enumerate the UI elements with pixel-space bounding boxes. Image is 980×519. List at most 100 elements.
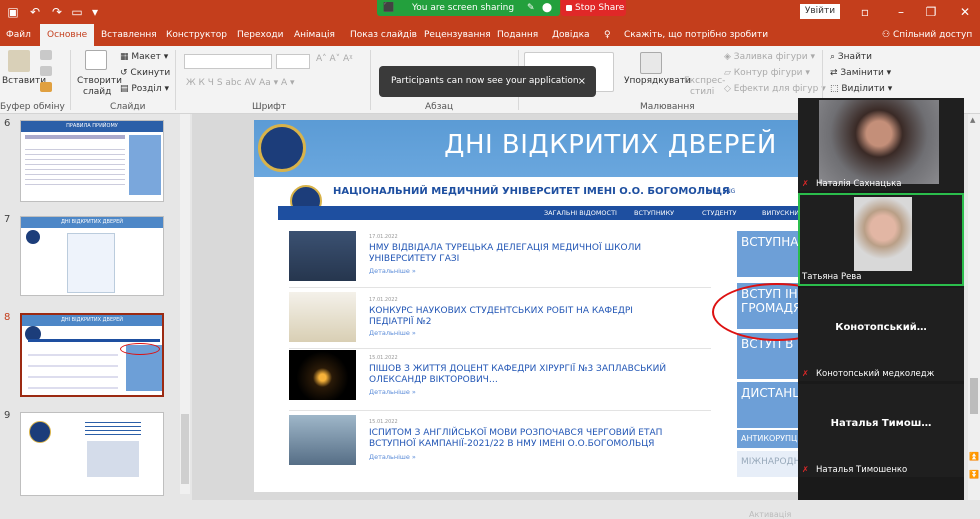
slide-number: 6 <box>4 118 11 129</box>
slide-scrollbar[interactable]: ▲ ⏫ ⏬ <box>968 114 980 500</box>
font-group-label: Шрифт <box>252 102 287 112</box>
layout-button[interactable]: ▦ Макет ▾ <box>120 52 168 62</box>
tab-view[interactable]: Подання <box>497 24 538 46</box>
save-icon[interactable]: ▣ <box>6 5 20 19</box>
slide-thumbnail-6[interactable]: ПРАВИЛА ПРИЙОМУ <box>20 120 164 202</box>
shape-effects-button[interactable]: ◇ Ефекти для фігур ▾ <box>724 84 826 94</box>
participant-tile[interactable]: Наталья Тимош… ✗ Наталья Тимошенко <box>798 384 964 477</box>
mic-muted-icon: ✗ <box>802 369 809 378</box>
thumbnails-scrollbar[interactable] <box>180 114 190 494</box>
participant-name: Татьяна Рева <box>802 272 862 282</box>
sharing-toast: Participants can now see your applicatio… <box>379 66 596 97</box>
news-title: КОНКУРС НАУКОВИХ СТУДЕНТСЬКИХ РОБІТ НА К… <box>369 306 633 327</box>
previous-slide-icon[interactable]: ⏫ <box>969 452 979 461</box>
font-format-buttons[interactable]: Ж К Ч S abc AV Аа ▾ A ▾ <box>186 78 295 88</box>
ribbon-display-icon[interactable]: ▫ <box>858 5 872 19</box>
tab-animations[interactable]: Анімація <box>294 24 335 46</box>
tell-me-search[interactable]: Скажіть, що потрібно зробити <box>624 24 768 46</box>
tab-help[interactable]: Довідка <box>552 24 590 46</box>
news-date: 15.01.2022 <box>369 419 398 425</box>
font-family-select[interactable] <box>184 54 272 69</box>
nav-applicant: ВСТУПНИКУ <box>634 209 675 217</box>
participant-tile[interactable]: Конотопський… ✗ Конотопський медколедж <box>798 288 964 381</box>
new-slide-icon[interactable] <box>85 50 107 70</box>
clipboard-group-label: Буфер обміну <box>0 102 65 112</box>
participant-tile[interactable]: ✗ Наталія Сахнацька <box>798 98 964 191</box>
format-painter-icon[interactable] <box>40 82 52 92</box>
lightbulb-icon: ♀ <box>604 30 611 40</box>
participant-display-name: Наталья Тимош… <box>830 418 932 429</box>
ribbon-tabs: Файл Основне Вставлення Конструктор Пере… <box>0 24 980 46</box>
slide-thumbnail-8[interactable]: ДНІ ВІДКРИТИХ ДВЕРЕЙ <box>20 313 164 397</box>
slide-thumbnails-panel: 6 ПРАВИЛА ПРИЙОМУ 7 ДНІ ВІДКРИТИХ ДВЕРЕЙ… <box>0 114 180 500</box>
mic-muted-icon: ✗ <box>802 465 809 474</box>
share-screen-icon: ⬛ <box>383 3 395 13</box>
stop-share-button[interactable]: Stop Share <box>561 0 626 16</box>
login-button[interactable]: Увійти <box>800 4 840 19</box>
shape-fill-button[interactable]: ◈ Заливка фігури ▾ <box>724 52 815 62</box>
pin-icon[interactable]: ✎ <box>527 0 535 16</box>
participant-name: Наталья Тимошенко <box>816 465 908 475</box>
reset-button[interactable]: ↺ Скинути <box>120 68 170 78</box>
tab-slideshow[interactable]: Показ слайдів <box>350 24 417 46</box>
redo-icon[interactable]: ↷ <box>50 5 64 19</box>
cut-icon[interactable] <box>40 50 52 60</box>
undo-icon[interactable]: ↶ <box>28 5 42 19</box>
news-photo-delegation <box>289 231 356 281</box>
shape-outline-button[interactable]: ▱ Контур фігури ▾ <box>724 68 810 78</box>
news-title: ПІШОВ З ЖИТТЯ ДОЦЕНТ КАФЕДРИ ХІРУРГІЇ №3… <box>369 364 667 385</box>
scroll-up-icon[interactable]: ▲ <box>970 116 975 124</box>
quick-styles-button[interactable]: Експрес- <box>684 76 725 86</box>
participant-video <box>819 100 939 184</box>
shield-icon: ⬤ <box>542 3 553 13</box>
participant-name: Наталія Сахнацька <box>816 179 902 189</box>
slide-thumbnail-7[interactable]: ДНІ ВІДКРИТИХ ДВЕРЕЙ <box>20 216 164 296</box>
start-presentation-icon[interactable]: ▭ <box>70 5 84 19</box>
tab-transitions[interactable]: Переходи <box>237 24 283 46</box>
university-name: НАЦІОНАЛЬНИЙ МЕДИЧНИЙ УНІВЕРСИТЕТ ІМЕНІ … <box>333 186 730 197</box>
close-icon[interactable]: ✕ <box>958 5 972 19</box>
slide-thumbnail-9[interactable] <box>20 412 164 496</box>
nav-student: СТУДЕНТУ <box>702 209 737 217</box>
participant-tile[interactable]: Татьяна Рева <box>798 193 964 286</box>
news-more-link: Детальніше » <box>369 453 416 461</box>
nav-general: ЗАГАЛЬНІ ВІДОМОСТІ <box>544 209 617 217</box>
toast-close-icon[interactable]: × <box>578 66 586 97</box>
share-button[interactable]: ⚇ Спільний доступ <box>882 24 972 46</box>
copy-icon[interactable] <box>40 66 52 76</box>
paste-icon[interactable] <box>8 50 30 72</box>
news-title: ІСПИТОМ З АНГЛІЙСЬКОЇ МОВИ РОЗПОЧАВСЯ ЧЕ… <box>369 428 663 449</box>
restore-icon[interactable]: ❐ <box>924 5 938 19</box>
section-button[interactable]: ▤ Розділ ▾ <box>120 84 169 94</box>
tab-insert[interactable]: Вставлення <box>101 24 157 46</box>
tab-review[interactable]: Рецензування <box>424 24 491 46</box>
title-bar: ▣ ↶ ↷ ▭ ▾ ⬛ You are screen sharing ✎ ⬤ S… <box>0 0 980 24</box>
find-button[interactable]: ⌕ Знайти <box>830 52 872 62</box>
tab-home[interactable]: Основне <box>40 24 95 46</box>
minimize-icon[interactable]: – <box>894 5 908 19</box>
language-switch: UKR ENG <box>708 188 736 195</box>
font-size-buttons[interactable]: A˄ A˅ Aᵡ <box>316 54 352 64</box>
paragraph-group-label: Абзац <box>425 102 454 112</box>
select-button[interactable]: ⬚ Виділити ▾ <box>830 84 892 94</box>
tab-design[interactable]: Конструктор <box>166 24 227 46</box>
news-more-link: Детальніше » <box>369 329 416 337</box>
participant-name: Конотопський медколедж <box>816 369 935 379</box>
news-photo-candle <box>289 350 356 400</box>
university-crest-icon <box>258 124 306 172</box>
arrange-icon[interactable] <box>640 52 662 74</box>
next-slide-icon[interactable]: ⏬ <box>969 470 979 479</box>
font-size-select[interactable] <box>276 54 310 69</box>
customize-toolbar-icon[interactable]: ▾ <box>88 5 102 19</box>
participant-video <box>854 197 912 271</box>
participant-display-name: Конотопський… <box>835 322 927 333</box>
share-label: Спільний доступ <box>892 30 973 40</box>
news-photo-graduation <box>289 292 356 342</box>
arrange-button[interactable]: Упорядкувати <box>624 76 691 86</box>
slides-group-label: Слайди <box>110 102 146 112</box>
new-slide-button[interactable]: Створити <box>77 76 122 86</box>
tab-file[interactable]: Файл <box>6 24 31 46</box>
replace-button[interactable]: ⇄ Замінити ▾ <box>830 68 891 78</box>
news-more-link: Детальніше » <box>369 388 416 396</box>
drawing-group-label: Малювання <box>640 102 695 112</box>
